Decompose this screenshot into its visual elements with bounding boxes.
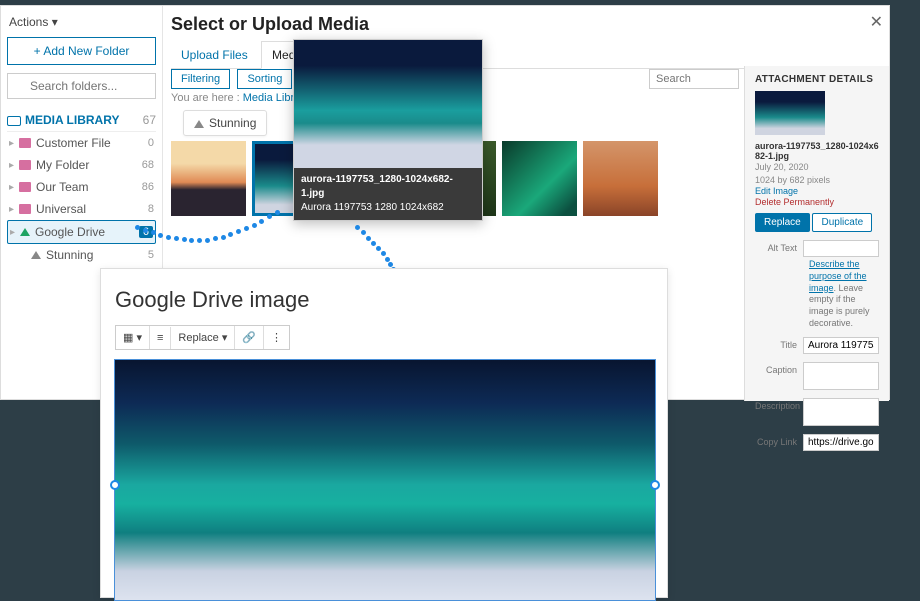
editor-block-overlay: Google Drive image ▦ ▾ ≡ Replace ▾ 🔗 ⋮ [100,268,668,598]
library-icon [7,116,21,126]
description-input[interactable] [803,398,879,426]
sidebar-item-folder[interactable]: ▸Customer File0 [7,132,156,154]
block-toolbar: ▦ ▾ ≡ Replace ▾ 🔗 ⋮ [115,325,290,350]
hover-preview-tooltip: aurora-1197753_1280-1024x682-1.jpg Auror… [293,39,483,221]
thumbnail-item[interactable] [171,141,246,216]
copy-link-input[interactable] [803,434,879,451]
sidebar-item-folder[interactable]: ▸Universal8 [7,198,156,220]
align-button[interactable]: ▦ ▾ [116,326,150,349]
block-title: Google Drive image [115,287,653,313]
preview-image [294,40,482,168]
more-options-button[interactable]: ⋮ [264,326,289,349]
filtering-button[interactable]: Filtering [171,69,230,89]
duplicate-button[interactable]: Duplicate [812,213,872,232]
title-label: Title [755,337,803,350]
folder-icon [19,160,31,170]
google-drive-icon [31,251,41,259]
sorting-button[interactable]: Sorting [237,69,292,89]
close-icon[interactable]: ✕ [870,12,883,32]
replace-button[interactable]: Replace [755,213,810,232]
folder-chip-stunning[interactable]: Stunning [183,110,267,136]
delete-permanently-link[interactable]: Delete Permanently [755,197,834,207]
description-label: Description [755,398,803,411]
alt-text-label: Alt Text [755,240,803,253]
details-header: ATTACHMENT DETAILS [755,74,879,85]
resize-handle-right[interactable] [650,480,660,490]
replace-image-button[interactable]: Replace ▾ [171,326,235,349]
edit-image-link[interactable]: Edit Image [755,186,798,196]
copy-link-label: Copy Link [755,434,803,447]
google-drive-icon [194,120,204,128]
folder-icon [19,182,31,192]
search-media-input[interactable] [649,69,739,89]
details-dimensions: 1024 by 682 pixels [755,174,879,187]
thumbnail-item[interactable] [502,141,577,216]
details-filename: aurora-1197753_1280-1024x682-1.jpg [755,141,879,161]
media-tabs: Upload Files Media Library [171,41,881,69]
preview-filename: aurora-1197753_1280-1024x682-1.jpg [301,173,475,201]
sidebar-item-folder[interactable]: ▸My Folder68 [7,154,156,176]
link-button[interactable]: 🔗 [235,326,264,349]
google-drive-icon [20,228,30,236]
caption-input[interactable] [803,362,879,390]
details-date: July 20, 2020 [755,161,879,174]
sidebar-item-google-drive[interactable]: ▸ Google Drive6 [7,220,156,244]
align-center-button[interactable]: ≡ [150,327,171,349]
actions-menu[interactable]: Actions ▾ [7,12,156,37]
sidebar-item-stunning[interactable]: Stunning5 [7,244,156,266]
caption-label: Caption [755,362,803,375]
thumbnail-item[interactable] [583,141,658,216]
search-folders-input[interactable] [7,73,156,99]
alt-text-input[interactable] [803,240,879,257]
modal-title: Select or Upload Media [171,14,369,35]
preview-title: Aurora 1197753 1280 1024x682 [301,201,475,215]
tab-upload-files[interactable]: Upload Files [171,42,258,68]
details-thumbnail [755,91,825,135]
sidebar-item-folder[interactable]: ▸Our Team86 [7,176,156,198]
folder-icon [19,138,31,148]
attachment-details-panel: ATTACHMENT DETAILS aurora-1197753_1280-1… [744,66,889,401]
add-new-folder-button[interactable]: + Add New Folder [7,37,156,65]
title-input[interactable] [803,337,879,354]
folder-icon [19,204,31,214]
resize-handle-left[interactable] [110,480,120,490]
media-library-header[interactable]: MEDIA LIBRARY 67 [7,109,156,132]
inserted-image[interactable] [115,360,655,600]
